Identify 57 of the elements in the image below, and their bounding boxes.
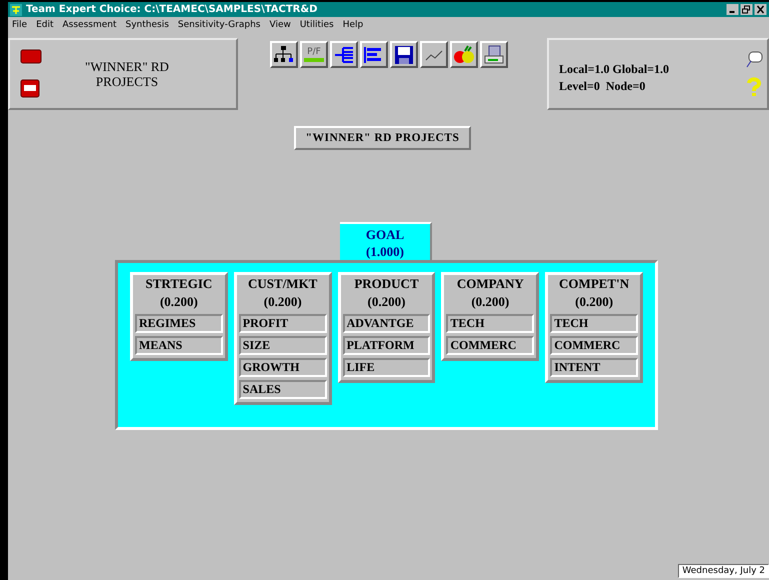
minimize-icon[interactable] <box>726 4 739 15</box>
graph-button[interactable] <box>420 41 448 68</box>
save-button[interactable] <box>390 41 418 68</box>
criterion-name[interactable]: CUST/MKT <box>238 275 327 293</box>
criterion-priority: (0.200) <box>158 293 199 311</box>
save-icon <box>393 44 415 64</box>
model-name: "WINNER" RD PROJECTS <box>84 59 170 89</box>
criterion-priority: (0.200) <box>262 293 303 311</box>
menu-item[interactable]: View <box>269 20 291 30</box>
criterion-priority: (0.200) <box>574 293 614 311</box>
menu-item[interactable]: Edit <box>36 20 54 30</box>
fruit-icon <box>453 44 475 64</box>
criterion-priority: (0.200) <box>470 293 510 311</box>
menu-item[interactable]: Utilities <box>300 20 334 30</box>
hierarchy-icon <box>273 44 295 64</box>
outline-button[interactable] <box>360 41 388 68</box>
subcriterion-node[interactable]: GROWTH <box>238 358 327 377</box>
subcriterion-node[interactable]: SIZE <box>238 336 327 355</box>
model-title: "WINNER" RD PROJECTS <box>294 126 472 150</box>
criterion-priority: (0.200) <box>366 293 406 311</box>
priority-text: Local=1.0 Global=1.0 <box>559 62 670 77</box>
tree-icon <box>333 44 355 64</box>
tree-view-button[interactable] <box>330 41 358 68</box>
criterion-name[interactable]: COMPET'N <box>550 275 638 293</box>
subcriterion-node[interactable]: INTENT <box>550 358 638 377</box>
print-button[interactable] <box>480 41 508 68</box>
fruit-button[interactable] <box>450 41 478 68</box>
menu-item[interactable]: Synthesis <box>126 20 169 30</box>
subcriterion-node[interactable]: TECH <box>446 314 534 333</box>
menu-item[interactable]: Assessment <box>62 20 116 30</box>
menu-item[interactable]: Help <box>342 20 364 30</box>
subcriterion-node[interactable]: TECH <box>550 314 638 333</box>
subcriterion-node[interactable]: PLATFORM <box>342 336 430 355</box>
subcriterion-node[interactable]: PROFIT <box>238 314 327 333</box>
status-date: Wednesday, July 2 <box>678 564 769 578</box>
subcriterion-node[interactable]: MEANS <box>135 336 223 355</box>
hierarchy-button[interactable] <box>270 41 298 68</box>
close-icon[interactable] <box>754 4 767 15</box>
subcriterion-node[interactable]: REGIMES <box>135 314 223 333</box>
subcriterion-node[interactable]: COMMERC <box>446 336 534 355</box>
pf-button[interactable]: P/F <box>300 41 328 68</box>
level-text: Level=0 Node=0 <box>559 79 646 94</box>
criterion-name[interactable]: STRTEGIC <box>135 275 223 293</box>
subcriterion-node[interactable]: COMMERC <box>550 336 638 355</box>
menu-item[interactable]: Sensitivity-Graphs <box>178 20 260 30</box>
subcriterion-node[interactable]: LIFE <box>342 358 430 377</box>
subcriterion-node[interactable]: SALES <box>238 380 327 399</box>
app-icon <box>10 4 22 16</box>
subcriterion-node[interactable]: ADVANTGE <box>342 314 430 333</box>
criterion-name[interactable]: PRODUCT <box>342 275 430 293</box>
goal-node[interactable]: GOAL (1.000) <box>340 222 432 260</box>
speech-bubble-icon[interactable] <box>745 51 763 69</box>
menu-item[interactable]: File <box>12 20 28 30</box>
restore-icon[interactable] <box>740 4 753 15</box>
printer-icon <box>483 44 505 64</box>
window-title: Team Expert Choice: C:\TEAMEC\SAMPLES\TACTR&D <box>26 4 318 15</box>
criterion-name[interactable]: COMPANY <box>446 275 534 293</box>
